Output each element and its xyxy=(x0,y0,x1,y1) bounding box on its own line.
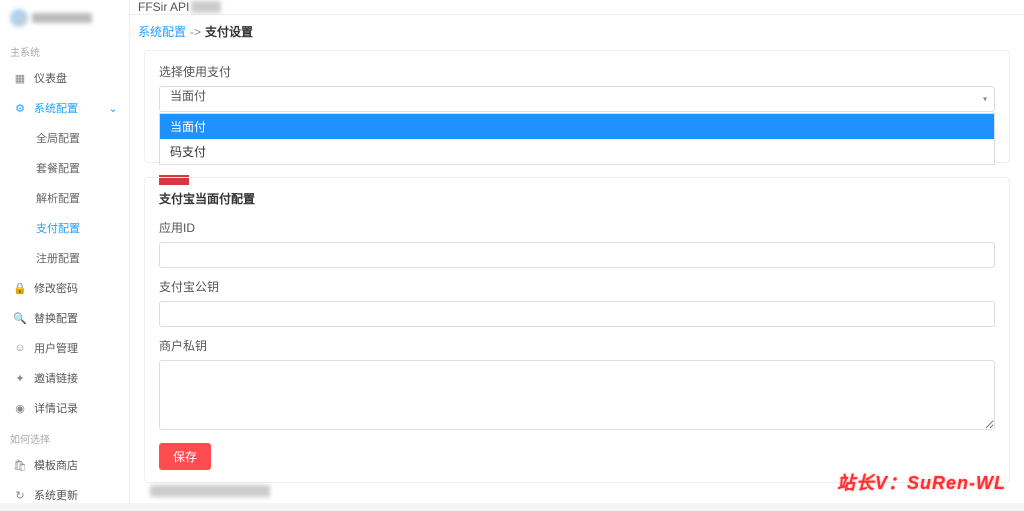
sidebar: 主系统 ▦ 仪表盘 ⚙ 系统配置 ⌄ 全局配置 套餐配置 解析配置 支付配置 注… xyxy=(0,0,130,503)
sidebar-item-dashboard[interactable]: ▦ 仪表盘 xyxy=(0,63,129,93)
bag-icon: 🛍 xyxy=(14,459,26,471)
lock-icon: 🔒 xyxy=(14,282,26,294)
select-value: 当面付 xyxy=(170,89,206,103)
breadcrumb-sep: -> xyxy=(190,25,201,39)
breadcrumb-link[interactable]: 系统配置 xyxy=(138,23,186,40)
sidebar-sub-payment[interactable]: 支付配置 xyxy=(0,213,129,243)
sidebar-item-template-store[interactable]: 🛍 模板商店 xyxy=(0,450,129,480)
save-button[interactable]: 保存 xyxy=(159,443,211,470)
search-icon: 🔍 xyxy=(14,312,26,324)
section-about: 如何选择 xyxy=(0,423,129,450)
sidebar-item-label: 系统配置 xyxy=(34,100,78,116)
payment-dropdown: 当面付 码支付 xyxy=(159,113,995,165)
sidebar-sub-global[interactable]: 全局配置 xyxy=(0,123,129,153)
sidebar-item-change-password[interactable]: 🔒 修改密码 xyxy=(0,273,129,303)
section-main: 主系统 xyxy=(0,36,129,63)
topbar: FFSir API xyxy=(130,0,1024,15)
sidebar-sub-register[interactable]: 注册配置 xyxy=(0,243,129,273)
gear-icon: ⚙ xyxy=(14,102,26,114)
app-title: FFSir API xyxy=(138,0,189,14)
main: FFSir API 系统配置 -> 支付设置 选择使用支付 当面付 ▾ xyxy=(130,0,1024,503)
sidebar-sub-parse[interactable]: 解析配置 xyxy=(0,183,129,213)
sidebar-item-label: 仪表盘 xyxy=(34,70,67,86)
sidebar-item-label: 用户管理 xyxy=(34,340,78,356)
chevron-down-icon: ▾ xyxy=(983,95,987,104)
sidebar-item-label: 详情记录 xyxy=(34,400,78,416)
content: 选择使用支付 当面付 ▾ 当面付 码支付 支 xyxy=(130,46,1024,511)
sidebar-item-detail-record[interactable]: ◉ 详情记录 xyxy=(0,393,129,423)
sidebar-item-label: 邀请链接 xyxy=(34,370,78,386)
sidebar-item-system-config[interactable]: ⚙ 系统配置 ⌄ xyxy=(0,93,129,123)
config-title: 支付宝当面付配置 xyxy=(159,190,995,207)
sidebar-sub-package[interactable]: 套餐配置 xyxy=(0,153,129,183)
breadcrumb-current: 支付设置 xyxy=(205,23,253,40)
card-select-payment: 选择使用支付 当面付 ▾ 当面付 码支付 xyxy=(144,50,1010,163)
select-payment-label: 选择使用支付 xyxy=(159,63,995,80)
app-id-input[interactable] xyxy=(159,242,995,268)
sidebar-item-user-mgmt[interactable]: ☺ 用户管理 xyxy=(0,333,129,363)
logo xyxy=(0,0,129,36)
sidebar-item-label: 系统更新 xyxy=(34,487,78,503)
payment-select[interactable]: 当面付 ▾ 当面付 码支付 xyxy=(159,86,995,112)
breadcrumb: 系统配置 -> 支付设置 xyxy=(130,15,1024,46)
share-icon: ✦ xyxy=(14,372,26,384)
card-alipay-config: 支付宝当面付配置 应用ID 支付宝公钥 商户私钥 保存 xyxy=(144,177,1010,483)
privkey-textarea[interactable] xyxy=(159,360,995,430)
sidebar-item-invite-link[interactable]: ✦ 邀请链接 xyxy=(0,363,129,393)
pubkey-label: 支付宝公钥 xyxy=(159,278,995,295)
sidebar-item-system-update[interactable]: ↻ 系统更新 xyxy=(0,480,129,503)
sidebar-item-replace-config[interactable]: 🔍 替换配置 xyxy=(0,303,129,333)
privkey-label: 商户私钥 xyxy=(159,337,995,354)
sidebar-item-label: 替换配置 xyxy=(34,310,78,326)
footer-blur xyxy=(150,485,270,497)
pubkey-input[interactable] xyxy=(159,301,995,327)
user-icon: ☺ xyxy=(14,342,26,354)
dashboard-icon: ▦ xyxy=(14,72,26,84)
refresh-icon: ↻ xyxy=(14,489,26,501)
sidebar-item-label: 修改密码 xyxy=(34,280,78,296)
chevron-down-icon: ⌄ xyxy=(107,102,119,114)
payment-option[interactable]: 码支付 xyxy=(160,139,994,164)
payment-option[interactable]: 当面付 xyxy=(160,114,994,139)
sidebar-item-label: 模板商店 xyxy=(34,457,78,473)
app-id-label: 应用ID xyxy=(159,219,995,236)
title-blur xyxy=(191,1,221,13)
eye-icon: ◉ xyxy=(14,402,26,414)
